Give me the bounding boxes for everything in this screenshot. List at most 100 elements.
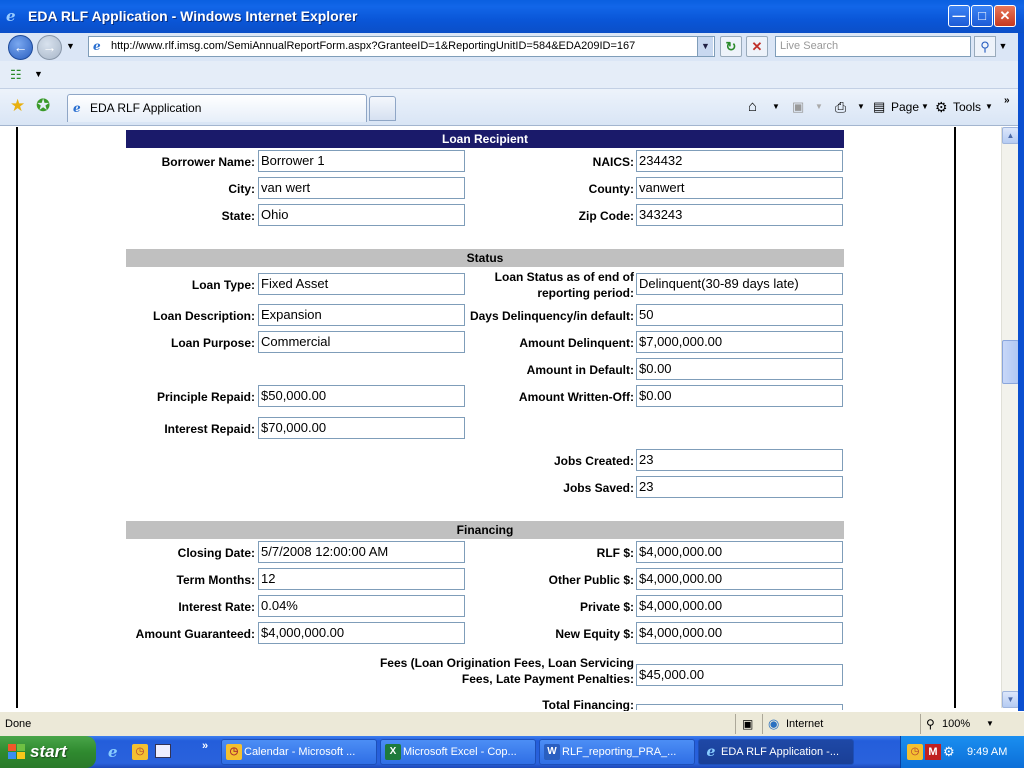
total-financing-field[interactable] bbox=[636, 704, 843, 710]
scroll-down-button[interactable]: ▼ bbox=[1002, 691, 1019, 708]
principle-repaid-label: Principle Repaid: bbox=[156, 390, 255, 404]
quicklaunch-ie-icon[interactable]: e bbox=[108, 743, 118, 761]
add-favorite-icon[interactable]: ✪ bbox=[36, 96, 50, 116]
tray-network-icon[interactable]: ⚙ bbox=[943, 736, 955, 768]
title-bar[interactable]: e EDA RLF Application - Windows Internet… bbox=[0, 0, 1024, 33]
zip-code-field[interactable]: 343243 bbox=[636, 204, 843, 226]
search-button[interactable]: ⚲ bbox=[974, 36, 996, 57]
zoom-magnifier-icon: ⚲ bbox=[926, 717, 935, 731]
loan-description-label: Loan Description: bbox=[152, 309, 255, 323]
fees-label-line1: Fees (Loan Origination Fees, Loan Servic… bbox=[379, 656, 634, 670]
feeds-icon[interactable]: ▣ bbox=[792, 97, 804, 117]
ie-tab-icon: e bbox=[73, 101, 81, 115]
county-label: County: bbox=[588, 182, 634, 196]
feeds-dropdown[interactable]: ▼ bbox=[815, 97, 823, 117]
print-dropdown[interactable]: ▼ bbox=[857, 97, 865, 117]
stop-button[interactable]: ✕ bbox=[746, 36, 768, 57]
page-icon: e bbox=[93, 39, 101, 53]
days-delinquency-field[interactable]: 50 bbox=[636, 304, 843, 326]
quicklaunch-chevron-icon[interactable]: » bbox=[202, 740, 208, 752]
tools-gear-icon: ⚙ bbox=[935, 99, 948, 115]
favorites-star-icon[interactable]: ★ bbox=[10, 96, 25, 116]
interest-repaid-field[interactable]: $70,000.00 bbox=[258, 417, 465, 439]
tray-outlook-icon[interactable]: ◷ bbox=[907, 744, 923, 760]
closing-date-label: Closing Date: bbox=[177, 546, 255, 560]
scroll-up-button[interactable]: ▲ bbox=[1002, 127, 1019, 144]
excel-icon: X bbox=[385, 744, 401, 760]
tray-mcafee-icon[interactable]: M bbox=[925, 744, 941, 760]
page-dropdown[interactable]: ▼ bbox=[921, 97, 929, 117]
search-options-dropdown[interactable]: ▼ bbox=[997, 36, 1009, 57]
address-input[interactable]: e http://www.rlf.imsg.com/SemiAnnualRepo… bbox=[88, 36, 715, 57]
back-button[interactable]: ← bbox=[8, 35, 33, 60]
taskbar-item-word[interactable]: W RLF_reporting_PRA_... bbox=[539, 739, 695, 765]
new-equity-field[interactable]: $4,000,000.00 bbox=[636, 622, 843, 644]
maximize-button[interactable]: □ bbox=[971, 5, 993, 27]
window-right-border bbox=[1018, 33, 1024, 713]
rlf-field[interactable]: $4,000,000.00 bbox=[636, 541, 843, 563]
taskbar-item-label: EDA RLF Application -... bbox=[721, 746, 839, 758]
rlf-label: RLF $: bbox=[596, 546, 634, 560]
home-dropdown[interactable]: ▼ bbox=[772, 97, 780, 117]
outlook-calendar-icon: ◷ bbox=[226, 744, 242, 760]
loan-status-label-line1: Loan Status as of end of bbox=[494, 270, 634, 284]
jobs-created-field[interactable]: 23 bbox=[636, 449, 843, 471]
naics-field[interactable]: 234432 bbox=[636, 150, 843, 172]
forward-button[interactable]: → bbox=[37, 35, 62, 60]
tool-dropdown[interactable]: ▼ bbox=[34, 69, 43, 79]
private-field[interactable]: $4,000,000.00 bbox=[636, 595, 843, 617]
recent-pages-dropdown[interactable]: ▼ bbox=[66, 41, 75, 51]
quicklaunch-desktop-icon[interactable] bbox=[155, 744, 171, 758]
amount-delinquent-field[interactable]: $7,000,000.00 bbox=[636, 331, 843, 353]
refresh-button[interactable]: ↻ bbox=[720, 36, 742, 57]
loan-status-label-line2: reporting period: bbox=[537, 286, 634, 300]
scroll-thumb[interactable] bbox=[1002, 340, 1019, 384]
tools-dropdown[interactable]: ▼ bbox=[985, 97, 993, 117]
borrower-name-label: Borrower Name: bbox=[161, 155, 255, 169]
amount-delinquent-label: Amount Delinquent: bbox=[519, 336, 634, 350]
taskbar-item-label: Calendar - Microsoft ... bbox=[244, 746, 356, 758]
search-input[interactable]: Live Search bbox=[775, 36, 971, 57]
page-menu-button[interactable]: Page bbox=[891, 97, 919, 117]
jobs-saved-field[interactable]: 23 bbox=[636, 476, 843, 498]
address-text: http://www.rlf.imsg.com/SemiAnnualReport… bbox=[111, 40, 636, 52]
vertical-scrollbar[interactable]: ▲ ▼ bbox=[1001, 127, 1019, 708]
new-tab-button[interactable] bbox=[369, 96, 396, 121]
amount-guaranteed-label: Amount Guaranteed: bbox=[135, 627, 255, 641]
loan-type-label: Loan Type: bbox=[191, 278, 255, 292]
zoom-level[interactable]: 100% bbox=[942, 712, 970, 736]
minimize-button[interactable]: — bbox=[948, 5, 970, 27]
print-icon[interactable]: ⎙ bbox=[835, 97, 846, 117]
quicklaunch-outlook-icon[interactable]: ◷ bbox=[132, 744, 148, 760]
total-financing-label: Total Financing: bbox=[542, 698, 634, 712]
popup-blocker-icon[interactable]: ▣ bbox=[742, 712, 753, 736]
close-button[interactable]: ✕ bbox=[994, 5, 1016, 27]
amount-written-off-field[interactable]: $0.00 bbox=[636, 385, 843, 407]
fees-label-line2: Fees, Late Payment Penalties: bbox=[461, 672, 634, 686]
other-public-field[interactable]: $4,000,000.00 bbox=[636, 568, 843, 590]
ie-icon: e bbox=[706, 744, 716, 760]
taskbar-item-excel[interactable]: X Microsoft Excel - Cop... bbox=[380, 739, 536, 765]
fees-field[interactable]: $45,000.00 bbox=[636, 664, 843, 686]
taskbar-item-ie[interactable]: e EDA RLF Application -... bbox=[698, 739, 854, 765]
internet-zone-globe-icon: ◉ bbox=[768, 716, 780, 731]
toolbar-chevron-icon[interactable]: » bbox=[1004, 91, 1010, 111]
home-icon[interactable]: ⌂ bbox=[748, 97, 757, 117]
tools-menu-button[interactable]: Tools bbox=[953, 97, 981, 117]
amount-in-default-field[interactable]: $0.00 bbox=[636, 358, 843, 380]
loan-status-field[interactable]: Delinquent(30-89 days late) bbox=[636, 273, 843, 295]
naics-label: NAICS: bbox=[592, 155, 634, 169]
county-field[interactable]: vanwert bbox=[636, 177, 843, 199]
rss-tool-icon[interactable]: ☷ bbox=[10, 67, 26, 83]
address-dropdown[interactable]: ▼ bbox=[697, 37, 713, 56]
windows-taskbar: start e ◷ » ◷ Calendar - Microsoft ... X… bbox=[0, 736, 1024, 768]
city-label: City: bbox=[228, 182, 255, 196]
tab-eda-rlf[interactable]: e EDA RLF Application bbox=[67, 94, 367, 122]
security-zone-text[interactable]: Internet bbox=[786, 712, 823, 736]
address-toolbar: ← → ▼ e http://www.rlf.imsg.com/SemiAnnu… bbox=[0, 33, 1024, 61]
private-label: Private $: bbox=[579, 600, 634, 614]
start-button[interactable]: start bbox=[0, 736, 96, 768]
taskbar-item-calendar[interactable]: ◷ Calendar - Microsoft ... bbox=[221, 739, 377, 765]
zoom-dropdown[interactable]: ▼ bbox=[986, 712, 994, 736]
clock[interactable]: 9:49 AM bbox=[967, 736, 1007, 768]
